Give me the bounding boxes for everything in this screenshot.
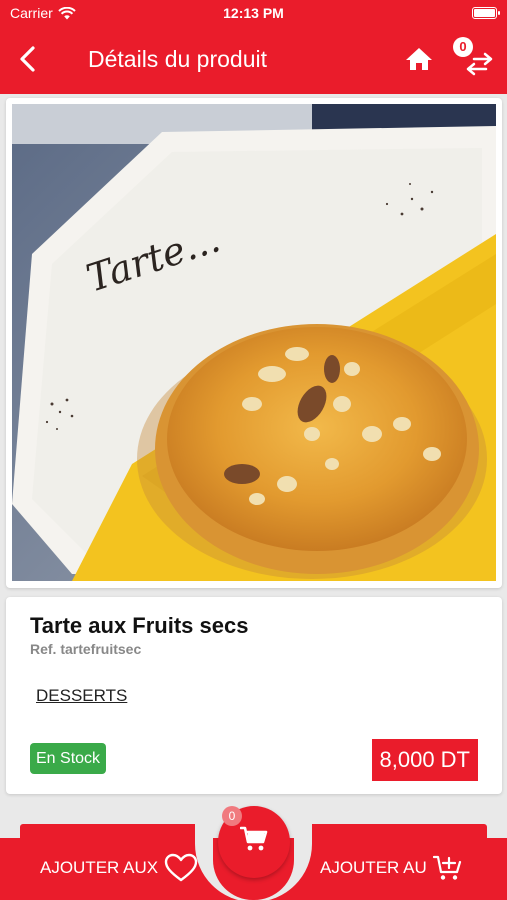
status-time: 12:13 PM: [223, 5, 284, 21]
product-category-link[interactable]: DESSERTS: [36, 686, 127, 706]
navigation-bar: Détails du produit 0: [0, 26, 507, 94]
product-image[interactable]: Tarte...: [12, 104, 496, 581]
battery-icon: [472, 7, 500, 19]
tart-photo-illustration: Tarte...: [12, 104, 496, 581]
home-icon: [406, 48, 432, 70]
product-reference: Ref. tartefruitsec: [30, 641, 142, 657]
page-title: Détails du produit: [88, 46, 267, 72]
product-image-card: Tarte...: [6, 98, 502, 588]
add-to-cart-label: AJOUTER AU: [320, 858, 427, 877]
cart-count-badge: 0: [222, 806, 242, 826]
back-button[interactable]: [14, 44, 42, 74]
status-bar: Carrier 12:13 PM: [0, 0, 507, 26]
cart-icon: [240, 826, 268, 851]
add-to-cart-button[interactable]: AJOUTER AU: [320, 848, 463, 888]
home-button[interactable]: [404, 45, 434, 73]
add-to-wishlist-label: AJOUTER AUX: [40, 858, 159, 877]
compare-arrows-icon: [466, 52, 493, 76]
heart-icon: [164, 853, 198, 882]
compare-button[interactable]: 0: [450, 36, 496, 80]
stock-status-badge: En Stock: [30, 743, 107, 774]
product-info-card: Tarte aux Fruits secs Ref. tartefruitsec…: [6, 597, 502, 794]
product-name: Tarte aux Fruits secs: [30, 613, 249, 638]
add-to-wishlist-button[interactable]: AJOUTER AUX: [40, 848, 198, 888]
chevron-left-icon: [20, 46, 35, 72]
product-price: 8,000 DT: [371, 739, 478, 781]
add-to-cart-icon: [432, 855, 461, 880]
